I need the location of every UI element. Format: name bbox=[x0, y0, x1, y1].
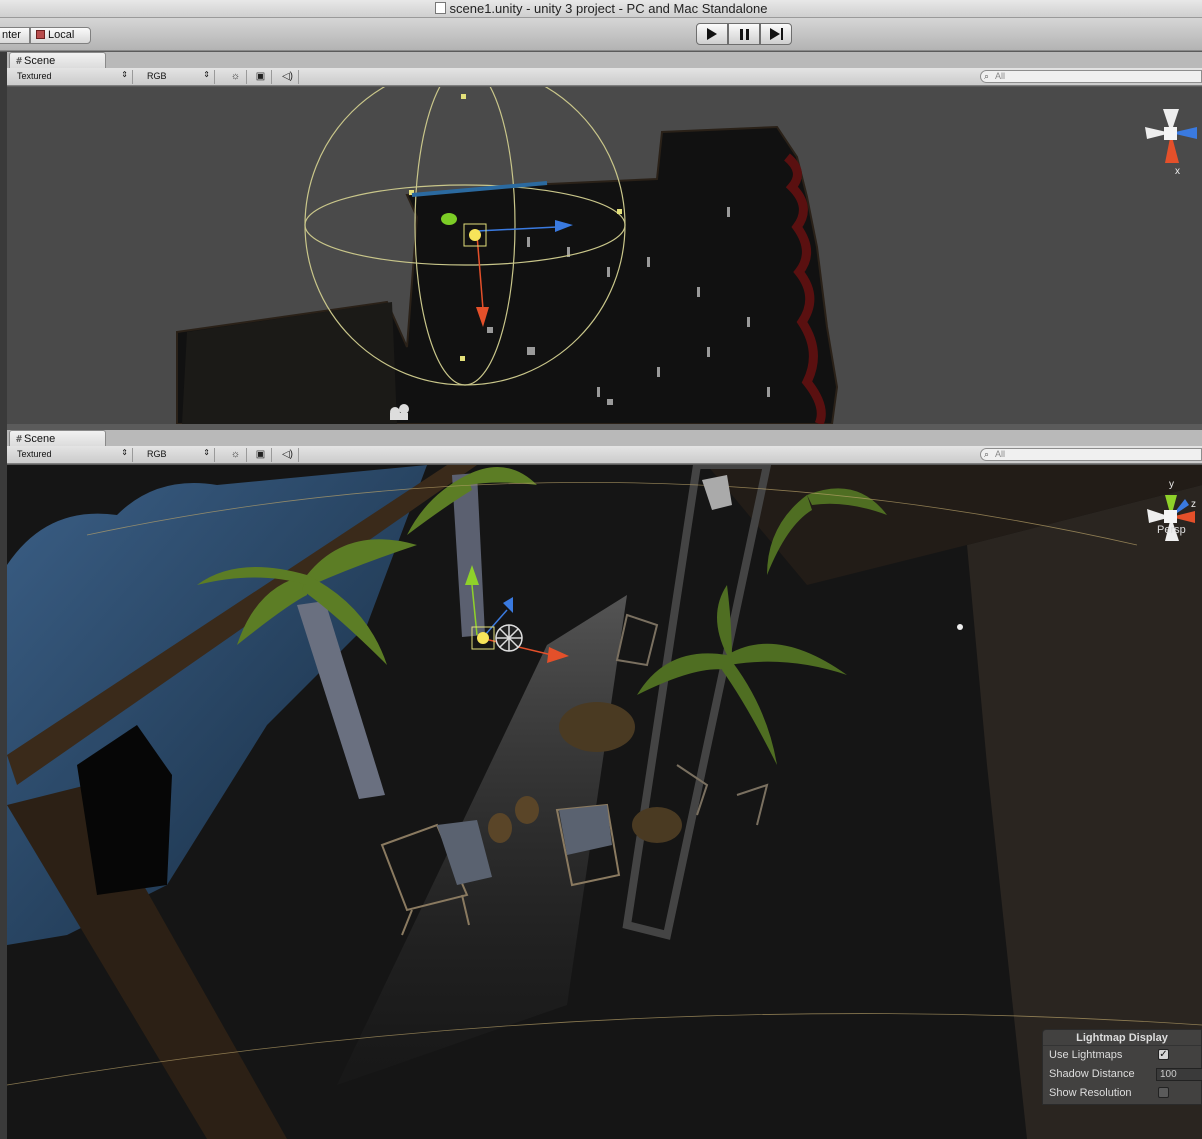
tab-strip: # Scene bbox=[7, 52, 1202, 68]
scene-lighting-toggle[interactable]: ☼ bbox=[225, 70, 247, 84]
search-placeholder: All bbox=[995, 71, 1006, 81]
sun-icon: ☼ bbox=[230, 449, 241, 460]
hierarchy-search-input[interactable]: ⌕ All bbox=[980, 70, 1202, 83]
cursor-indicator bbox=[957, 624, 963, 630]
dropdown-arrow-icon: ⇕ bbox=[121, 70, 128, 79]
speaker-icon: ◁) bbox=[281, 71, 294, 82]
dropdown-arrow-icon: ⇕ bbox=[203, 448, 210, 457]
main-toolbar: nter Local bbox=[0, 18, 1202, 51]
document-icon bbox=[434, 2, 446, 14]
window-title: scene1.unity - unity 3 project - PC and … bbox=[0, 1, 1202, 16]
hierarchy-search-input[interactable]: ⌕ All bbox=[980, 448, 1202, 461]
sun-icon bbox=[477, 632, 489, 644]
play-icon bbox=[707, 28, 717, 40]
speaker-icon: ◁) bbox=[281, 449, 294, 460]
rock bbox=[488, 813, 512, 843]
search-icon: ⌕ bbox=[984, 71, 990, 81]
dropdown-arrow-icon: ⇕ bbox=[203, 70, 210, 79]
window-title-text: scene1.unity - unity 3 project - PC and … bbox=[449, 1, 768, 16]
pivot-rotation-label: Local bbox=[48, 29, 75, 41]
show-resolution-label: Show Resolution bbox=[1049, 1087, 1132, 1099]
scene-fx-toggle[interactable]: ▣ bbox=[250, 70, 272, 84]
orientation-axis-z-label: z bbox=[1191, 499, 1196, 510]
shadow-distance-row: Shadow Distance 100 bbox=[1043, 1065, 1202, 1084]
orientation-axis-x-label: x bbox=[1175, 166, 1180, 177]
image-icon: ▣ bbox=[255, 449, 266, 460]
use-lightmaps-label: Use Lightmaps bbox=[1049, 1049, 1123, 1061]
pivot-mode-button[interactable]: nter bbox=[0, 27, 30, 44]
search-placeholder: All bbox=[995, 449, 1006, 459]
render-mode-value: Textured bbox=[17, 449, 52, 459]
tab-scene-label: Scene bbox=[24, 433, 56, 445]
tab-strip: # Scene bbox=[7, 430, 1202, 446]
scene-viewport-top[interactable]: x bbox=[7, 87, 1202, 424]
image-icon: ▣ bbox=[255, 71, 266, 82]
play-controls bbox=[696, 23, 792, 45]
lightmap-display-title: Lightmap Display bbox=[1043, 1030, 1201, 1046]
gizmo-arrow-y bbox=[441, 213, 457, 225]
rock bbox=[559, 702, 635, 752]
color-mode-value: RGB bbox=[147, 449, 167, 459]
scene-view-top: # Scene Textured ⇕ RGB ⇕ ☼ ▣ ◁) ⌕ All x bbox=[7, 52, 1202, 424]
step-icon bbox=[769, 28, 783, 40]
render-mode-value: Textured bbox=[17, 71, 52, 81]
tab-scene-label: Scene bbox=[24, 55, 56, 67]
show-resolution-checkbox[interactable] bbox=[1158, 1087, 1169, 1098]
scene-audio-toggle[interactable]: ◁) bbox=[277, 70, 299, 84]
use-lightmaps-checkbox[interactable]: ✓ bbox=[1158, 1049, 1169, 1060]
render-mode-dropdown[interactable]: Textured ⇕ bbox=[13, 448, 133, 462]
window-title-bar: scene1.unity - unity 3 project - PC and … bbox=[0, 0, 1202, 18]
scene-fx-toggle[interactable]: ▣ bbox=[250, 448, 272, 462]
tab-scene[interactable]: # Scene bbox=[9, 52, 106, 68]
sun-icon bbox=[469, 229, 481, 241]
orientation-axis-y-label: y bbox=[1169, 479, 1174, 490]
scene-control-bar: Textured ⇕ RGB ⇕ ☼ ▣ ◁) ⌕ All bbox=[7, 68, 1202, 86]
search-icon: ⌕ bbox=[984, 449, 990, 459]
pause-icon bbox=[739, 28, 749, 40]
show-resolution-row: Show Resolution bbox=[1043, 1084, 1201, 1103]
shadow-distance-label: Shadow Distance bbox=[1049, 1068, 1135, 1080]
color-mode-dropdown[interactable]: RGB ⇕ bbox=[143, 70, 215, 84]
cube-icon bbox=[36, 30, 45, 39]
pause-button[interactable] bbox=[728, 23, 760, 45]
color-mode-dropdown[interactable]: RGB ⇕ bbox=[143, 448, 215, 462]
scene-control-bar: Textured ⇕ RGB ⇕ ☼ ▣ ◁) ⌕ All bbox=[7, 446, 1202, 464]
building-dark-top bbox=[182, 302, 397, 424]
sun-icon: ☼ bbox=[230, 71, 241, 82]
projection-label[interactable]: Persp bbox=[1157, 524, 1186, 536]
tab-scene[interactable]: # Scene bbox=[9, 430, 106, 446]
scene-viewport-bottom[interactable]: y z bbox=[7, 465, 1202, 1139]
lightmap-display-panel: Lightmap Display Use Lightmaps ✓ Shadow … bbox=[1042, 1029, 1202, 1105]
rock bbox=[515, 796, 539, 824]
scene-view-bottom: # Scene Textured ⇕ RGB ⇕ ☼ ▣ ◁) ⌕ All y … bbox=[7, 430, 1202, 1139]
spotlight-icon bbox=[495, 624, 523, 652]
dropdown-arrow-icon: ⇕ bbox=[121, 448, 128, 457]
scene-tab-icon: # bbox=[16, 56, 23, 67]
play-button[interactable] bbox=[696, 23, 728, 45]
scene-lighting-toggle[interactable]: ☼ bbox=[225, 448, 247, 462]
color-mode-value: RGB bbox=[147, 71, 167, 81]
scene-tab-icon: # bbox=[16, 434, 23, 445]
rock bbox=[632, 807, 682, 843]
use-lightmaps-row: Use Lightmaps ✓ bbox=[1043, 1046, 1201, 1065]
shadow-distance-field[interactable]: 100 bbox=[1156, 1068, 1202, 1081]
orientation-gizmo bbox=[1145, 109, 1197, 163]
step-button[interactable] bbox=[760, 23, 792, 45]
left-panel-edge bbox=[0, 52, 7, 1139]
render-mode-dropdown[interactable]: Textured ⇕ bbox=[13, 70, 133, 84]
scene-audio-toggle[interactable]: ◁) bbox=[277, 448, 299, 462]
pivot-rotation-button[interactable]: Local bbox=[30, 27, 91, 44]
